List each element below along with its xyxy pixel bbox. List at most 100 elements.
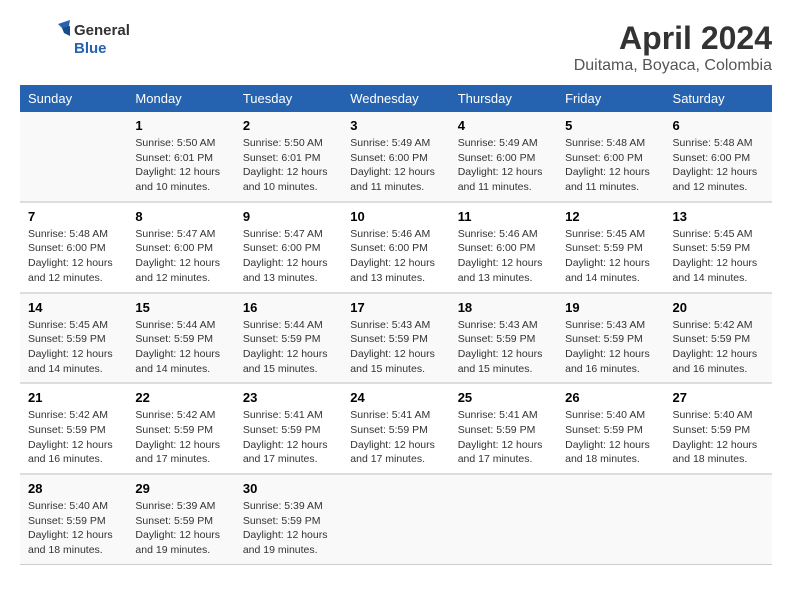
calendar-cell: 17Sunrise: 5:43 AMSunset: 5:59 PMDayligh…	[342, 293, 449, 384]
page-header: General Blue April 2024 Duitama, Boyaca,…	[20, 20, 772, 75]
calendar-cell	[665, 474, 772, 564]
day-sun-info: Sunrise: 5:41 AMSunset: 5:59 PMDaylight:…	[458, 408, 549, 467]
day-sun-info: Sunrise: 5:40 AMSunset: 5:59 PMDaylight:…	[673, 408, 764, 467]
calendar-cell: 8 Sunrise: 5:47 AMSunset: 6:00 PMDaylight…	[127, 202, 234, 293]
day-number: 28	[28, 481, 119, 496]
calendar-cell: 1Sunrise: 5:50 AMSunset: 6:01 PMDaylight…	[127, 112, 234, 202]
day-number: 1	[135, 118, 226, 133]
location-subtitle: Duitama, Boyaca, Colombia	[574, 57, 772, 75]
calendar-cell: 10 Sunrise: 5:46 AMSunset: 6:00 PMDayligh…	[342, 202, 449, 293]
calendar-cell	[557, 474, 664, 564]
calendar-cell: 28 Sunrise: 5:40 AMSunset: 5:59 PMDayligh…	[20, 474, 127, 564]
weekday-header-friday: Friday	[557, 85, 664, 112]
calendar-cell: 2 Sunrise: 5:50 AMSunset: 6:01 PMDaylight…	[235, 112, 342, 202]
day-number: 3	[350, 118, 441, 133]
logo-line1: General	[74, 22, 130, 40]
day-number: 9	[243, 209, 334, 224]
day-sun-info: Sunrise: 5:42 AMSunset: 5:59 PMDaylight:…	[135, 408, 226, 467]
calendar-cell: 21 Sunrise: 5:42 AMSunset: 5:59 PMDayligh…	[20, 383, 127, 474]
calendar-cell: 9 Sunrise: 5:47 AMSunset: 6:00 PMDaylight…	[235, 202, 342, 293]
day-number: 21	[28, 390, 119, 405]
day-number: 5	[565, 118, 656, 133]
calendar-cell: 11Sunrise: 5:46 AMSunset: 6:00 PMDayligh…	[450, 202, 557, 293]
month-year-title: April 2024	[574, 20, 772, 57]
day-number: 26	[565, 390, 656, 405]
day-sun-info: Sunrise: 5:42 AMSunset: 5:59 PMDaylight:…	[673, 318, 764, 377]
calendar-cell: 6 Sunrise: 5:48 AMSunset: 6:00 PMDaylight…	[665, 112, 772, 202]
calendar-cell	[450, 474, 557, 564]
calendar-table: SundayMondayTuesdayWednesdayThursdayFrid…	[20, 85, 772, 565]
calendar-cell: 25 Sunrise: 5:41 AMSunset: 5:59 PMDayligh…	[450, 383, 557, 474]
calendar-cell: 30Sunrise: 5:39 AMSunset: 5:59 PMDayligh…	[235, 474, 342, 564]
weekday-header-sunday: Sunday	[20, 85, 127, 112]
day-sun-info: Sunrise: 5:47 AMSunset: 6:00 PMDaylight:…	[243, 227, 334, 286]
day-sun-info: Sunrise: 5:40 AMSunset: 5:59 PMDaylight:…	[28, 499, 119, 558]
day-number: 29	[135, 481, 226, 496]
day-number: 17	[350, 300, 441, 315]
day-number: 19	[565, 300, 656, 315]
day-sun-info: Sunrise: 5:45 AMSunset: 5:59 PMDaylight:…	[565, 227, 656, 286]
day-number: 15	[135, 300, 226, 315]
day-sun-info: Sunrise: 5:49 AMSunset: 6:00 PMDaylight:…	[458, 136, 549, 195]
day-number: 24	[350, 390, 441, 405]
calendar-cell: 19Sunrise: 5:43 AMSunset: 5:59 PMDayligh…	[557, 293, 664, 384]
day-sun-info: Sunrise: 5:46 AMSunset: 6:00 PMDaylight:…	[350, 227, 441, 286]
day-number: 16	[243, 300, 334, 315]
calendar-cell: 3Sunrise: 5:49 AMSunset: 6:00 PMDaylight…	[342, 112, 449, 202]
day-sun-info: Sunrise: 5:48 AMSunset: 6:00 PMDaylight:…	[28, 227, 119, 286]
calendar-week-3: 14 Sunrise: 5:45 AMSunset: 5:59 PMDayligh…	[20, 293, 772, 384]
calendar-cell: 20 Sunrise: 5:42 AMSunset: 5:59 PMDayligh…	[665, 293, 772, 384]
day-sun-info: Sunrise: 5:40 AMSunset: 5:59 PMDaylight:…	[565, 408, 656, 467]
day-number: 11	[458, 209, 549, 224]
calendar-cell: 27Sunrise: 5:40 AMSunset: 5:59 PMDayligh…	[665, 383, 772, 474]
weekday-header-row: SundayMondayTuesdayWednesdayThursdayFrid…	[20, 85, 772, 112]
day-number: 7	[28, 209, 119, 224]
logo: General Blue	[20, 20, 130, 60]
weekday-header-monday: Monday	[127, 85, 234, 112]
day-sun-info: Sunrise: 5:39 AMSunset: 5:59 PMDaylight:…	[135, 499, 226, 558]
day-sun-info: Sunrise: 5:41 AMSunset: 5:59 PMDaylight:…	[243, 408, 334, 467]
weekday-header-thursday: Thursday	[450, 85, 557, 112]
calendar-week-2: 7 Sunrise: 5:48 AMSunset: 6:00 PMDaylight…	[20, 202, 772, 293]
weekday-header-wednesday: Wednesday	[342, 85, 449, 112]
day-sun-info: Sunrise: 5:47 AMSunset: 6:00 PMDaylight:…	[135, 227, 226, 286]
day-number: 4	[458, 118, 549, 133]
calendar-cell: 23 Sunrise: 5:41 AMSunset: 5:59 PMDayligh…	[235, 383, 342, 474]
day-sun-info: Sunrise: 5:43 AMSunset: 5:59 PMDaylight:…	[458, 318, 549, 377]
day-number: 25	[458, 390, 549, 405]
day-sun-info: Sunrise: 5:50 AMSunset: 6:01 PMDaylight:…	[243, 136, 334, 195]
title-block: April 2024 Duitama, Boyaca, Colombia	[574, 20, 772, 75]
day-number: 8	[135, 209, 226, 224]
day-number: 10	[350, 209, 441, 224]
day-number: 13	[673, 209, 764, 224]
calendar-cell: 29 Sunrise: 5:39 AMSunset: 5:59 PMDayligh…	[127, 474, 234, 564]
calendar-cell: 7 Sunrise: 5:48 AMSunset: 6:00 PMDaylight…	[20, 202, 127, 293]
day-number: 23	[243, 390, 334, 405]
day-sun-info: Sunrise: 5:48 AMSunset: 6:00 PMDaylight:…	[673, 136, 764, 195]
day-number: 20	[673, 300, 764, 315]
day-number: 22	[135, 390, 226, 405]
day-sun-info: Sunrise: 5:48 AMSunset: 6:00 PMDaylight:…	[565, 136, 656, 195]
day-sun-info: Sunrise: 5:45 AMSunset: 5:59 PMDaylight:…	[28, 318, 119, 377]
day-sun-info: Sunrise: 5:45 AMSunset: 5:59 PMDaylight:…	[673, 227, 764, 286]
calendar-cell: 16 Sunrise: 5:44 AMSunset: 5:59 PMDayligh…	[235, 293, 342, 384]
calendar-cell: 18 Sunrise: 5:43 AMSunset: 5:59 PMDayligh…	[450, 293, 557, 384]
calendar-cell: 12Sunrise: 5:45 AMSunset: 5:59 PMDayligh…	[557, 202, 664, 293]
day-sun-info: Sunrise: 5:44 AMSunset: 5:59 PMDaylight:…	[243, 318, 334, 377]
calendar-cell: 13 Sunrise: 5:45 AMSunset: 5:59 PMDayligh…	[665, 202, 772, 293]
calendar-week-4: 21 Sunrise: 5:42 AMSunset: 5:59 PMDayligh…	[20, 383, 772, 474]
logo-line2: Blue	[74, 40, 130, 58]
weekday-header-tuesday: Tuesday	[235, 85, 342, 112]
day-number: 6	[673, 118, 764, 133]
calendar-cell: 4 Sunrise: 5:49 AMSunset: 6:00 PMDaylight…	[450, 112, 557, 202]
calendar-cell	[20, 112, 127, 202]
day-number: 18	[458, 300, 549, 315]
calendar-cell: 22 Sunrise: 5:42 AMSunset: 5:59 PMDayligh…	[127, 383, 234, 474]
day-sun-info: Sunrise: 5:41 AMSunset: 5:59 PMDaylight:…	[350, 408, 441, 467]
day-number: 14	[28, 300, 119, 315]
calendar-cell: 26 Sunrise: 5:40 AMSunset: 5:59 PMDayligh…	[557, 383, 664, 474]
logo-text: General Blue	[74, 22, 130, 58]
day-number: 2	[243, 118, 334, 133]
calendar-cell: 5 Sunrise: 5:48 AMSunset: 6:00 PMDaylight…	[557, 112, 664, 202]
day-sun-info: Sunrise: 5:42 AMSunset: 5:59 PMDaylight:…	[28, 408, 119, 467]
